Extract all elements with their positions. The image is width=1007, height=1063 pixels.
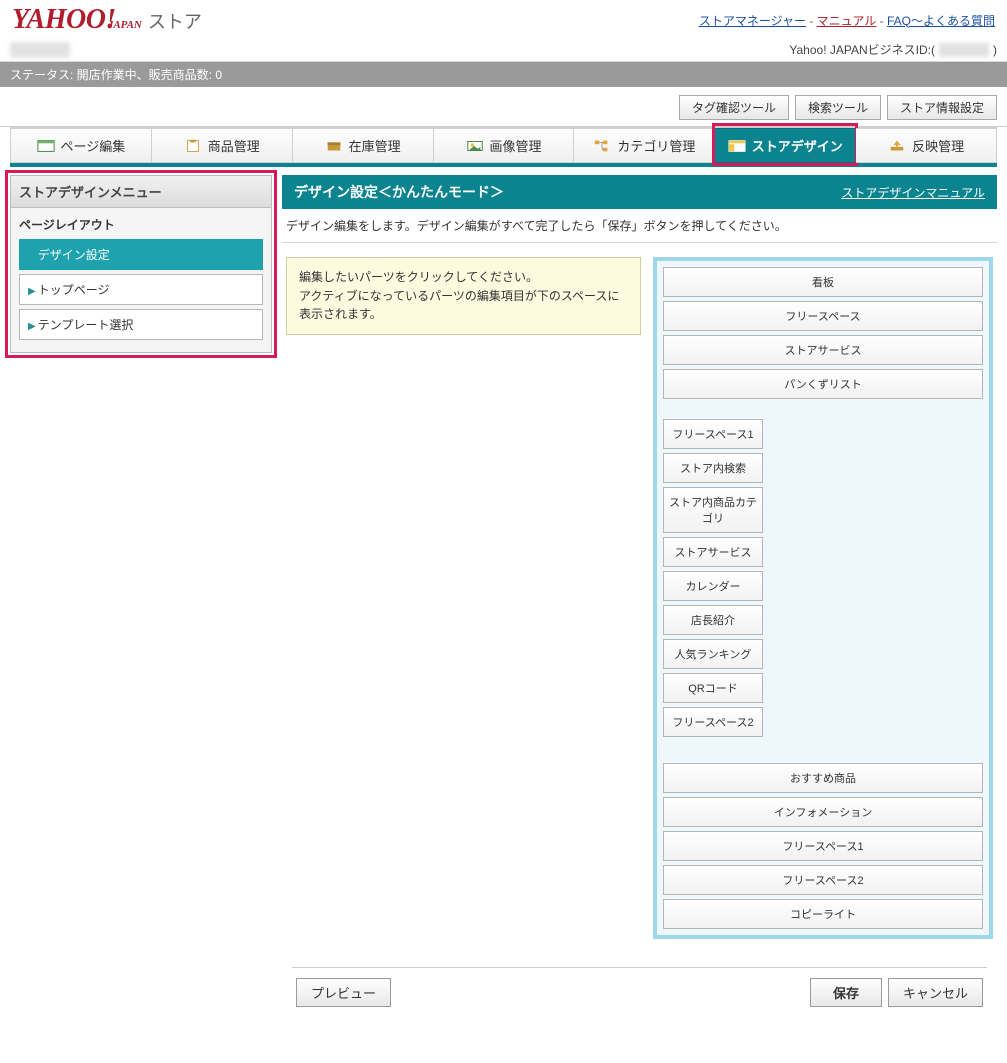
hint-line: アクティブになっているパーツの編集項目が下のスペースに表示されます。 xyxy=(299,289,619,322)
part-breadcrumb[interactable]: パンくずリスト xyxy=(663,369,983,399)
layout-top-section: 看板 フリースペース ストアサービス パンくずリスト xyxy=(663,267,983,399)
business-id: Yahoo! JAPANビジネスID:( ) xyxy=(789,41,997,58)
box-icon xyxy=(325,139,343,153)
part-freespace2[interactable]: フリースペース2 xyxy=(663,707,763,737)
business-id-tail: ) xyxy=(993,43,997,57)
tab-publish-mgmt[interactable]: 反映管理 xyxy=(856,128,997,163)
part-ranking[interactable]: 人気ランキング xyxy=(663,639,763,669)
business-id-redacted xyxy=(939,43,989,57)
part-copyright[interactable]: コピーライト xyxy=(663,899,983,929)
part-store-search[interactable]: ストア内検索 xyxy=(663,453,763,483)
sidebar-item-label: デザイン設定 xyxy=(38,248,110,262)
part-freespace1-b[interactable]: フリースペース1 xyxy=(663,831,983,861)
page-title: デザイン設定＜かんたんモード＞ xyxy=(294,182,504,202)
part-recommend[interactable]: おすすめ商品 xyxy=(663,763,983,793)
logo-suffix: ストア xyxy=(148,8,202,34)
cancel-button[interactable]: キャンセル xyxy=(888,978,983,1007)
clipboard-icon xyxy=(184,139,202,153)
part-storeservice[interactable]: ストアサービス xyxy=(663,335,983,365)
sidebar-item-template-select[interactable]: ▶テンプレート選択 xyxy=(19,309,263,340)
arrow-icon: ▶ xyxy=(28,286,36,297)
tree-icon xyxy=(593,139,611,153)
tab-label: 在庫管理 xyxy=(349,136,401,155)
link-faq[interactable]: FAQ～よくある質問 xyxy=(887,14,995,28)
part-freespace[interactable]: フリースペース xyxy=(663,301,983,331)
layout-icon xyxy=(728,139,746,153)
sidebar-item-label: トップページ xyxy=(38,283,110,297)
tab-product-mgmt[interactable]: 商品管理 xyxy=(152,128,293,163)
layout-mid-section: フリースペース1 ストア内検索 ストア内商品カテゴリ ストアサービス カレンダー… xyxy=(663,419,983,743)
link-manual[interactable]: マニュアル xyxy=(817,14,877,28)
part-freespace2-b[interactable]: フリースペース2 xyxy=(663,865,983,895)
tab-label: ストアデザイン xyxy=(752,136,843,155)
sidebar-item-label: テンプレート選択 xyxy=(38,318,134,332)
upload-icon xyxy=(888,139,906,153)
layout-bottom-section: おすすめ商品 インフォメーション フリースペース1 フリースペース2 コピーライ… xyxy=(663,763,983,929)
business-id-label: Yahoo! JAPANビジネスID:( xyxy=(789,41,935,58)
hint-box: 編集したいパーツをクリックしてください。 アクティブになっているパーツの編集項目… xyxy=(286,257,641,335)
store-info-button[interactable]: ストア情報設定 xyxy=(887,95,997,120)
tag-check-tool-button[interactable]: タグ確認ツール xyxy=(679,95,789,120)
tab-label: カテゴリ管理 xyxy=(617,136,695,155)
status-bar: ステータス: 開店作業中、販売商品数: 0 xyxy=(0,62,1007,87)
part-freespace1[interactable]: フリースペース1 xyxy=(663,419,763,449)
part-calendar[interactable]: カレンダー xyxy=(663,571,763,601)
yahoo-logo: YAHOO! JAPAN ストア xyxy=(12,6,202,34)
sidebar: ストアデザインメニュー ページレイアウト ▶デザイン設定 ▶トップページ ▶テン… xyxy=(10,175,272,353)
tab-category-mgmt[interactable]: カテゴリ管理 xyxy=(574,128,715,163)
tab-image-mgmt[interactable]: 画像管理 xyxy=(434,128,575,163)
sidebar-header: ストアデザインメニュー xyxy=(11,176,271,208)
image-icon xyxy=(466,139,484,153)
part-store-category[interactable]: ストア内商品カテゴリ xyxy=(663,487,763,533)
tab-label: 画像管理 xyxy=(490,136,542,155)
preview-button[interactable]: プレビュー xyxy=(296,978,391,1007)
search-tool-button[interactable]: 検索ツール xyxy=(795,95,881,120)
tab-store-design[interactable]: ストアデザイン xyxy=(715,128,856,163)
link-store-manager[interactable]: ストアマネージャー xyxy=(699,14,806,28)
part-information[interactable]: インフォメーション xyxy=(663,797,983,827)
sidebar-section-label: ページレイアウト xyxy=(19,216,263,233)
link-design-manual[interactable]: ストアデザインマニュアル xyxy=(841,184,985,201)
sidebar-item-design-settings[interactable]: ▶デザイン設定 xyxy=(19,239,263,270)
part-qrcode[interactable]: QRコード xyxy=(663,673,763,703)
tab-label: 反映管理 xyxy=(912,136,964,155)
part-store-service[interactable]: ストアサービス xyxy=(663,537,763,567)
arrow-icon: ▶ xyxy=(28,321,36,332)
logo-brand: YAHOO! xyxy=(12,6,116,34)
main-title-bar: デザイン設定＜かんたんモード＞ ストアデザインマニュアル xyxy=(282,175,997,209)
tab-label: 商品管理 xyxy=(208,136,260,155)
logo-sub: JAPAN xyxy=(108,19,142,31)
layout-preview-panel: 看板 フリースペース ストアサービス パンくずリスト フリースペース1 ストア内… xyxy=(653,257,993,939)
part-signboard[interactable]: 看板 xyxy=(663,267,983,297)
main-description: デザイン編集をします。デザイン編集がすべて完了したら「保存」ボタンを押してくださ… xyxy=(282,209,997,243)
hint-line: 編集したいパーツをクリックしてください。 xyxy=(299,270,538,284)
tab-stock-mgmt[interactable]: 在庫管理 xyxy=(293,128,434,163)
tab-label: ページ編集 xyxy=(61,136,126,155)
store-name-redacted xyxy=(10,42,70,58)
save-button[interactable]: 保存 xyxy=(810,978,882,1007)
page-icon xyxy=(37,139,55,153)
sidebar-item-top-page[interactable]: ▶トップページ xyxy=(19,274,263,305)
tab-page-edit[interactable]: ページ編集 xyxy=(10,128,152,163)
part-manager-intro[interactable]: 店長紹介 xyxy=(663,605,763,635)
top-links: ストアマネージャー - マニュアル - FAQ～よくある質問 xyxy=(699,12,995,29)
